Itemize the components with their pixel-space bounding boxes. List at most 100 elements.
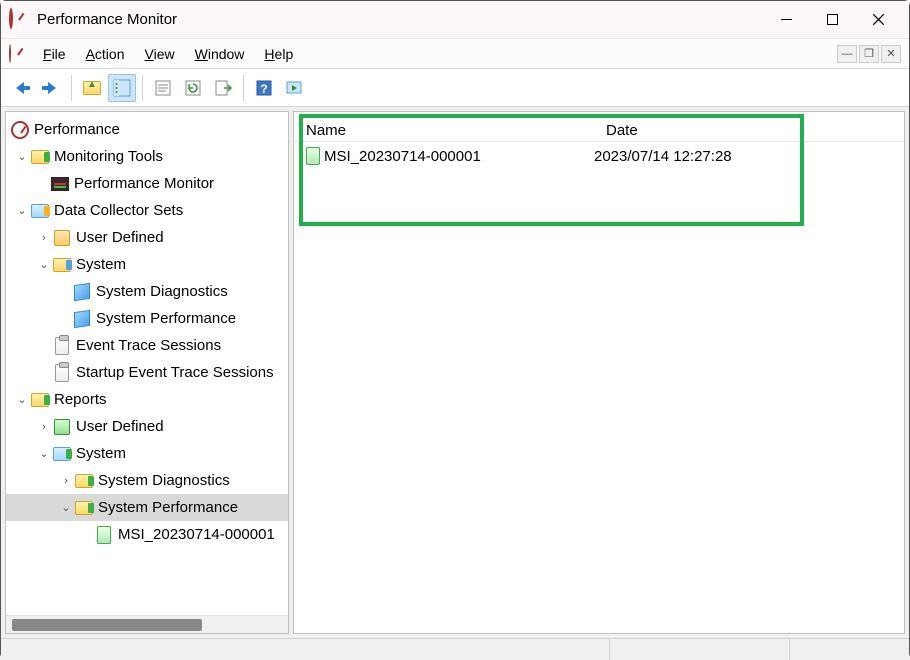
menu-bar: File Action View Window Help — ❐ ✕ bbox=[1, 39, 909, 69]
cube-icon bbox=[72, 309, 92, 329]
tree-label: MSI_20230714-000001 bbox=[118, 526, 275, 543]
tree-startup-event-trace[interactable]: Startup Event Trace Sessions bbox=[6, 359, 288, 386]
tree-label: System bbox=[76, 445, 126, 462]
row-name: MSI_20230714-000001 bbox=[324, 148, 594, 165]
window-title: Performance Monitor bbox=[37, 11, 763, 28]
collapse-icon[interactable]: ⌄ bbox=[36, 447, 52, 460]
close-button[interactable] bbox=[855, 1, 901, 39]
export-button[interactable] bbox=[209, 74, 237, 102]
mmc-icon bbox=[9, 45, 27, 63]
collapse-icon[interactable]: ⌄ bbox=[14, 150, 30, 163]
folder-icon bbox=[52, 255, 72, 275]
mdi-controls: — ❐ ✕ bbox=[837, 45, 901, 63]
help-button[interactable]: ? bbox=[250, 74, 278, 102]
expand-icon[interactable]: › bbox=[36, 232, 52, 244]
menu-window[interactable]: Window bbox=[185, 43, 255, 65]
tree-label: Performance Monitor bbox=[74, 175, 214, 192]
mdi-close-button[interactable]: ✕ bbox=[881, 45, 901, 63]
status-segment bbox=[609, 639, 789, 660]
scrollbar-thumb[interactable] bbox=[12, 619, 202, 631]
tree-dcs-sys-performance[interactable]: System Performance bbox=[6, 305, 288, 332]
expand-icon[interactable]: › bbox=[58, 475, 74, 487]
tree-data-collector-sets[interactable]: ⌄ Data Collector Sets bbox=[6, 197, 288, 224]
tree-label: System bbox=[76, 256, 126, 273]
run-button[interactable] bbox=[280, 74, 308, 102]
list-row[interactable]: MSI_20230714-000001 2023/07/14 12:27:28 bbox=[294, 142, 904, 170]
tree-reports-user-defined[interactable]: › User Defined bbox=[6, 413, 288, 440]
tree-label: System Diagnostics bbox=[96, 283, 228, 300]
col-name-header[interactable]: Name bbox=[294, 122, 594, 139]
menu-file[interactable]: File bbox=[33, 43, 76, 65]
tree-label: System Diagnostics bbox=[98, 472, 230, 489]
toolbar-separator bbox=[243, 75, 244, 101]
tree-performance-monitor[interactable]: Performance Monitor bbox=[6, 170, 288, 197]
tree-reports[interactable]: ⌄ Reports bbox=[6, 386, 288, 413]
collapse-icon[interactable]: ⌄ bbox=[36, 258, 52, 271]
user-icon bbox=[52, 417, 72, 437]
minimize-button[interactable] bbox=[763, 1, 809, 39]
toolbar-separator bbox=[142, 75, 143, 101]
collapse-icon[interactable]: ⌄ bbox=[58, 501, 74, 514]
title-bar: Performance Monitor bbox=[1, 1, 909, 39]
status-segment bbox=[1, 639, 609, 660]
tree-reports-sys-performance[interactable]: ⌄ System Performance bbox=[6, 494, 288, 521]
folder-icon bbox=[74, 471, 94, 491]
tree-label: User Defined bbox=[76, 229, 164, 246]
folder-icon bbox=[30, 147, 50, 167]
properties-button[interactable] bbox=[149, 74, 177, 102]
app-icon bbox=[9, 10, 29, 30]
collapse-icon[interactable]: ⌄ bbox=[14, 393, 30, 406]
tree-label: System Performance bbox=[96, 310, 236, 327]
main-area: Performance ⌄ Monitoring Tools Performan… bbox=[1, 107, 909, 638]
cube-icon bbox=[72, 282, 92, 302]
tree-label: Data Collector Sets bbox=[54, 202, 183, 219]
maximize-button[interactable] bbox=[809, 1, 855, 39]
chart-icon bbox=[50, 174, 70, 194]
tree-event-trace-sessions[interactable]: Event Trace Sessions bbox=[6, 332, 288, 359]
col-date-header[interactable]: Date bbox=[594, 122, 904, 139]
perf-root-icon bbox=[10, 120, 30, 140]
folder-icon bbox=[30, 390, 50, 410]
tree-label: Performance bbox=[34, 121, 120, 138]
folder-icon bbox=[52, 444, 72, 464]
folder-icon bbox=[30, 201, 50, 221]
mdi-minimize-button[interactable]: — bbox=[837, 45, 857, 63]
report-icon bbox=[302, 147, 324, 165]
status-bar bbox=[1, 638, 909, 660]
tree-report-item[interactable]: MSI_20230714-000001 bbox=[6, 521, 288, 548]
tree-monitoring-tools[interactable]: ⌄ Monitoring Tools bbox=[6, 143, 288, 170]
tree-dcs-sys-diagnostics[interactable]: System Diagnostics bbox=[6, 278, 288, 305]
tree-label: Event Trace Sessions bbox=[76, 337, 221, 354]
expand-icon[interactable]: › bbox=[36, 421, 52, 433]
tree-panel: Performance ⌄ Monitoring Tools Performan… bbox=[5, 111, 289, 634]
tree-dcs-system[interactable]: ⌄ System bbox=[6, 251, 288, 278]
clipboard-icon bbox=[52, 336, 72, 356]
tree-root-performance[interactable]: Performance bbox=[6, 116, 288, 143]
tree-reports-sys-diagnostics[interactable]: › System Diagnostics bbox=[6, 467, 288, 494]
horizontal-scrollbar[interactable] bbox=[6, 615, 288, 633]
list-header: Name Date bbox=[294, 112, 904, 142]
toolbar: ▲ ? bbox=[1, 69, 909, 107]
back-button[interactable] bbox=[7, 74, 35, 102]
up-button[interactable]: ▲ bbox=[78, 74, 106, 102]
status-segment bbox=[789, 639, 909, 660]
row-date: 2023/07/14 12:27:28 bbox=[594, 148, 732, 165]
navigation-tree[interactable]: Performance ⌄ Monitoring Tools Performan… bbox=[6, 112, 288, 615]
svg-text:?: ? bbox=[260, 82, 267, 96]
refresh-button[interactable] bbox=[179, 74, 207, 102]
show-hide-tree-button[interactable] bbox=[108, 74, 136, 102]
tree-label: User Defined bbox=[76, 418, 164, 435]
report-icon bbox=[94, 525, 114, 545]
tree-dcs-user-defined[interactable]: › User Defined bbox=[6, 224, 288, 251]
tree-label: Reports bbox=[54, 391, 107, 408]
collapse-icon[interactable]: ⌄ bbox=[14, 204, 30, 217]
menu-action[interactable]: Action bbox=[76, 43, 135, 65]
tree-reports-system[interactable]: ⌄ System bbox=[6, 440, 288, 467]
menu-help[interactable]: Help bbox=[254, 43, 303, 65]
folder-icon bbox=[74, 498, 94, 518]
mdi-restore-button[interactable]: ❐ bbox=[859, 45, 879, 63]
menu-view[interactable]: View bbox=[135, 43, 185, 65]
forward-button[interactable] bbox=[37, 74, 65, 102]
toolbar-separator bbox=[71, 75, 72, 101]
clipboard-icon bbox=[52, 363, 72, 383]
